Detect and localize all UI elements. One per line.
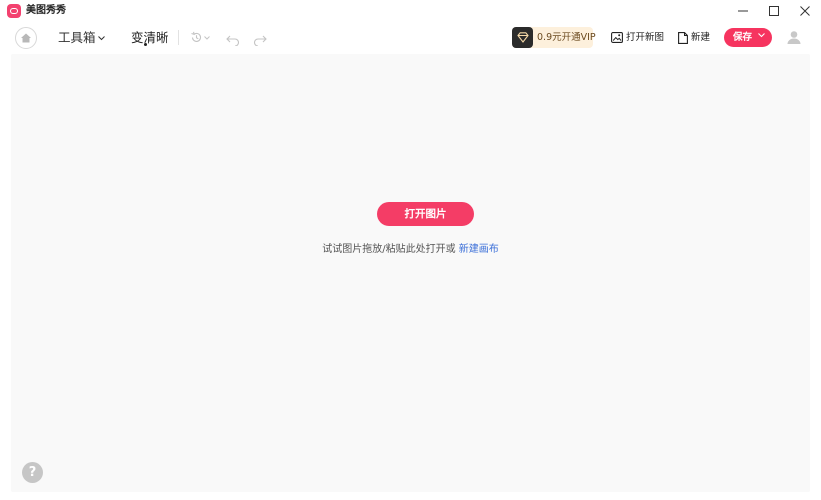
drop-hint: 试试图片拖放/粘贴此处打开或 新建画布 bbox=[0, 243, 821, 256]
toolbox-menu[interactable]: 工具箱 bbox=[58, 30, 105, 46]
close-button[interactable] bbox=[789, 0, 821, 22]
chevron-down-icon bbox=[97, 35, 105, 40]
undo-button[interactable] bbox=[226, 31, 240, 50]
active-indicator bbox=[144, 43, 147, 46]
clarity-label: 变清晰 bbox=[131, 30, 169, 45]
canvas-area[interactable] bbox=[11, 54, 810, 492]
minimize-icon bbox=[738, 10, 748, 12]
vip-label: 0.9元开通VIP bbox=[537, 32, 596, 43]
save-button[interactable]: 保存 bbox=[724, 28, 772, 47]
home-icon bbox=[21, 33, 31, 43]
new-label: 新建 bbox=[691, 32, 711, 43]
history-button[interactable] bbox=[190, 31, 210, 44]
toolbar-divider bbox=[178, 30, 179, 45]
chevron-down-icon[interactable] bbox=[758, 33, 765, 38]
open-new-image-button[interactable]: 打开新图 bbox=[611, 31, 664, 44]
title-bar: 美图秀秀 bbox=[0, 0, 821, 22]
open-new-image-label: 打开新图 bbox=[626, 32, 665, 43]
drop-hint-text: 试试图片拖放/粘贴此处打开或 bbox=[322, 244, 456, 255]
minimize-button[interactable] bbox=[727, 0, 759, 22]
user-icon bbox=[787, 31, 801, 44]
redo-button[interactable] bbox=[253, 31, 267, 50]
save-label: 保存 bbox=[733, 32, 753, 43]
redo-icon bbox=[253, 35, 267, 47]
history-icon bbox=[191, 31, 201, 42]
maximize-icon bbox=[769, 6, 779, 16]
open-image-button[interactable]: 打开图片 bbox=[377, 202, 474, 226]
new-canvas-link[interactable]: 新建画布 bbox=[459, 244, 499, 255]
toolbox-label: 工具箱 bbox=[58, 30, 96, 45]
diamond-icon bbox=[512, 27, 533, 48]
new-file-icon bbox=[678, 31, 688, 44]
user-avatar[interactable] bbox=[786, 29, 802, 45]
maximize-button[interactable] bbox=[758, 0, 790, 22]
vip-promo-button[interactable]: 0.9元开通VIP bbox=[512, 27, 596, 48]
home-button[interactable] bbox=[15, 27, 37, 49]
undo-icon bbox=[226, 35, 240, 47]
chevron-down-icon bbox=[204, 35, 210, 40]
clarity-tab[interactable]: 变清晰 bbox=[131, 30, 169, 46]
new-button[interactable]: 新建 bbox=[678, 31, 710, 44]
app-title: 美图秀秀 bbox=[26, 5, 66, 16]
open-image-icon bbox=[611, 32, 623, 43]
close-icon bbox=[800, 6, 810, 16]
meitu-logo-icon bbox=[7, 4, 21, 18]
help-button[interactable]: ? bbox=[22, 462, 43, 483]
